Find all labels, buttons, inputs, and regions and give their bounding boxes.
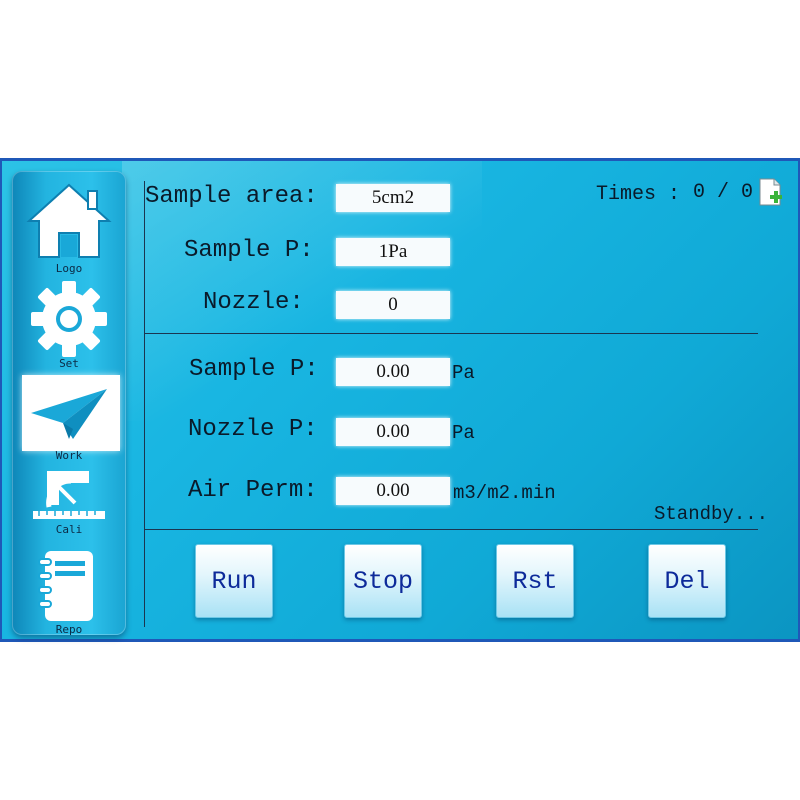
sample-p-setting-field[interactable]: 1Pa: [336, 238, 450, 266]
run-button[interactable]: Run: [195, 544, 273, 618]
sample-area-field[interactable]: 5cm2: [336, 184, 450, 212]
reset-button[interactable]: Rst: [496, 544, 574, 618]
sidebar-item-work[interactable]: Work: [12, 375, 126, 465]
sample-p-reading-value: 0.00: [336, 358, 450, 386]
sidebar-item-logo[interactable]: Logo: [12, 181, 126, 275]
sample-p-reading-label: Sample P:: [189, 356, 319, 383]
notebook-icon: [12, 549, 126, 623]
times-count: 0 / 0: [693, 181, 754, 204]
air-perm-unit: m3/m2.min: [453, 482, 556, 504]
sidebar-item-label: Logo: [55, 262, 83, 275]
air-perm-label: Air Perm:: [188, 477, 318, 504]
sidebar-item-label: Set: [59, 357, 79, 370]
sidebar-item-label: Cali: [55, 523, 83, 536]
vertical-divider: [144, 181, 145, 627]
paper-plane-icon: [12, 383, 126, 443]
air-perm-value: 0.00: [336, 477, 450, 505]
nozzle-p-reading-value: 0.00: [336, 418, 450, 446]
sidebar-item-set[interactable]: Set: [12, 277, 126, 370]
sidebar-item-cali[interactable]: Cali: [12, 467, 126, 547]
delete-button[interactable]: Del: [648, 544, 726, 618]
hmi-screen: Logo Set Work Cali Repo Sample area: 5cm…: [0, 158, 800, 642]
sidebar: Logo Set Work Cali Repo: [12, 171, 126, 636]
sidebar-item-label: Work: [55, 449, 83, 462]
nozzle-field[interactable]: 0: [336, 291, 450, 319]
section-divider: [144, 529, 758, 530]
status-text: Standby...: [654, 503, 769, 525]
nozzle-p-unit: Pa: [452, 422, 475, 444]
times-label: Times :: [596, 183, 681, 206]
nozzle-p-reading-label: Nozzle P:: [188, 416, 318, 443]
sidebar-item-label: Repo: [55, 623, 83, 636]
sample-p-setting-label: Sample P:: [184, 237, 314, 264]
nozzle-label: Nozzle:: [203, 289, 304, 316]
sample-p-unit: Pa: [452, 362, 475, 384]
section-divider: [144, 333, 758, 334]
sidebar-item-repo[interactable]: Repo: [12, 549, 126, 636]
protractor-ruler-icon: [12, 467, 126, 523]
sample-area-label: Sample area:: [145, 183, 318, 210]
home-icon: [12, 181, 126, 261]
add-document-icon[interactable]: [758, 177, 784, 212]
stop-button[interactable]: Stop: [344, 544, 422, 618]
gear-icon: [12, 279, 126, 359]
